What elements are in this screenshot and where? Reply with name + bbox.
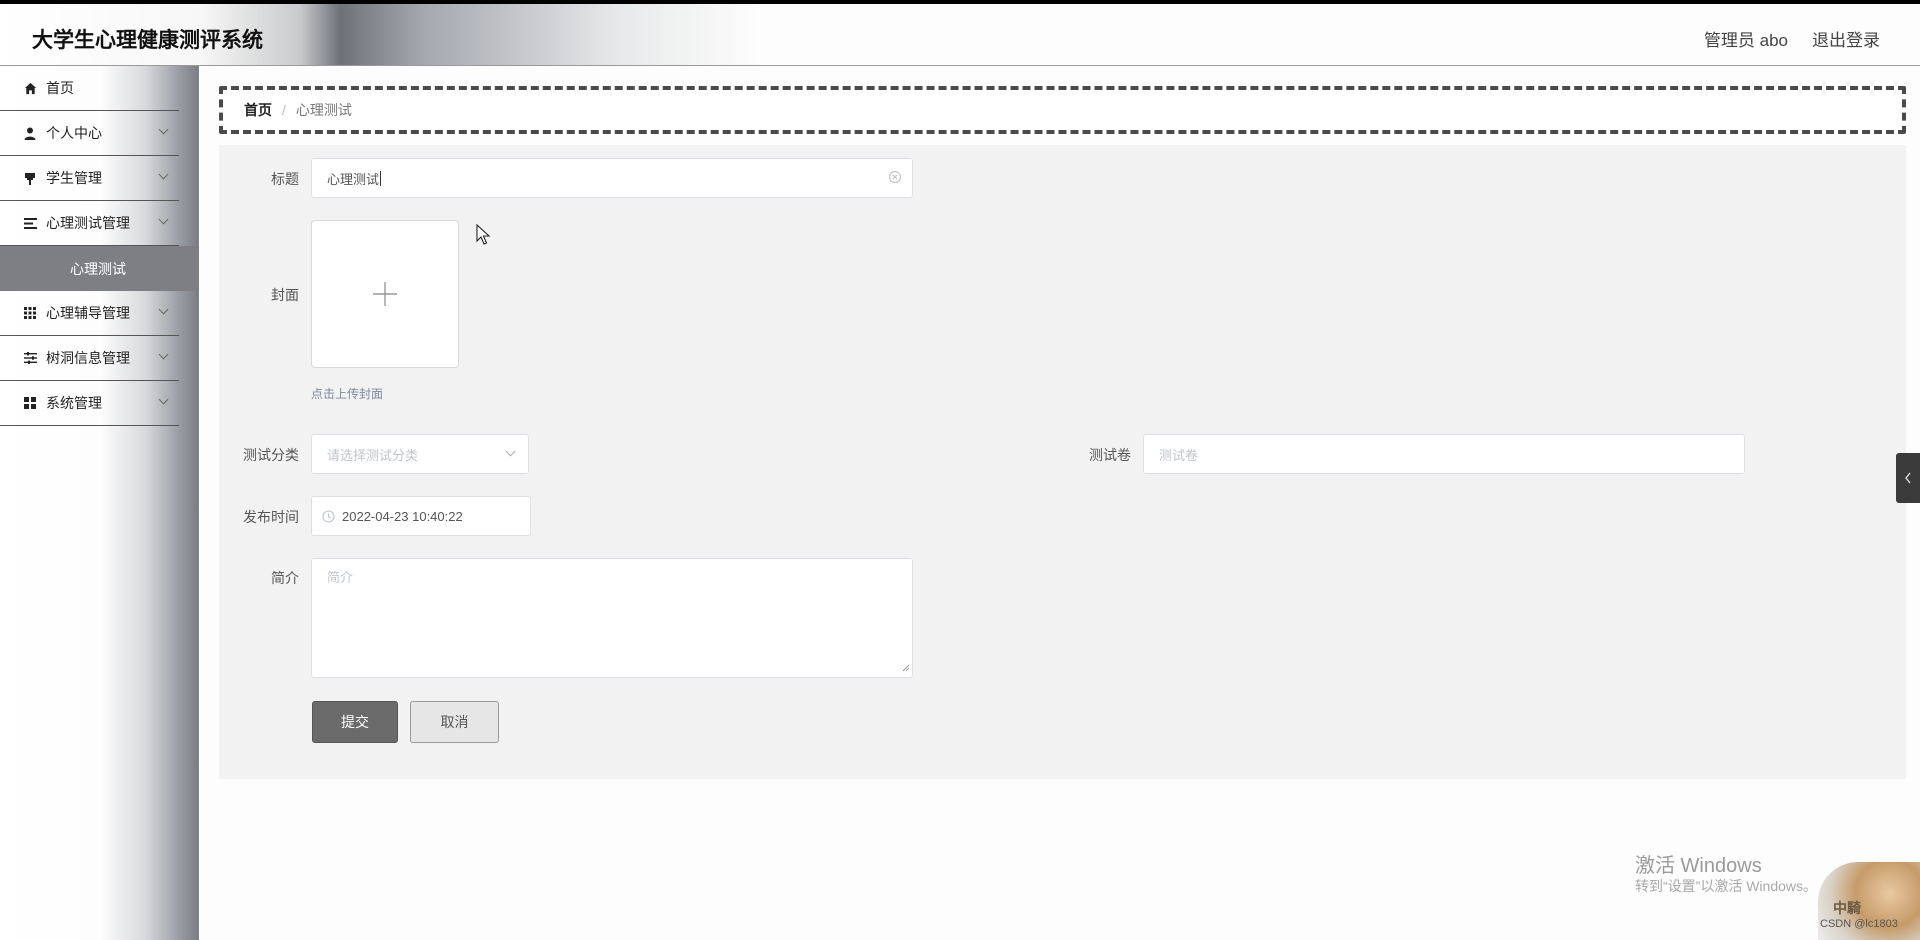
mouse-cursor-icon bbox=[476, 223, 491, 251]
form-panel: 标题 心理测试 封面 点击上传封面 测试分类 请选择测试分类 测试卷 测试卷 发… bbox=[219, 145, 1906, 779]
sidebar-item-label: 心理测试管理 bbox=[46, 215, 130, 231]
sidebar-item-label: 学生管理 bbox=[46, 170, 102, 186]
chevron-down-icon bbox=[158, 124, 169, 135]
pin-icon bbox=[23, 171, 37, 185]
sidebar-item-student-management[interactable]: 学生管理 bbox=[0, 156, 179, 201]
avatar-text: 中騎 bbox=[1833, 900, 1861, 916]
category-select[interactable]: 请选择测试分类 bbox=[311, 434, 529, 474]
sidebar-subitem-psych-test[interactable]: 心理测试 bbox=[0, 246, 199, 291]
category-placeholder: 请选择测试分类 bbox=[327, 447, 419, 463]
top-header: 大学生心理健康测评系统 管理员 abo 退出登录 bbox=[0, 0, 1920, 66]
title-label: 标题 bbox=[271, 171, 299, 187]
chevron-left-icon bbox=[1905, 472, 1911, 484]
publish-time-value: 2022-04-23 10:40:22 bbox=[342, 508, 463, 524]
breadcrumb-separator: / bbox=[282, 102, 286, 118]
breadcrumb: 首页 / 心理测试 bbox=[219, 86, 1906, 134]
clock-icon bbox=[322, 509, 335, 523]
publish-time-label: 发布时间 bbox=[243, 509, 299, 525]
breadcrumb-current: 心理测试 bbox=[295, 102, 352, 118]
chevron-down-icon bbox=[158, 214, 169, 225]
chevron-down-icon bbox=[158, 304, 169, 315]
sidebar-item-counseling-management[interactable]: 心理辅导管理 bbox=[0, 291, 179, 336]
test-paper-placeholder: 测试卷 bbox=[1159, 447, 1199, 463]
text-cursor bbox=[380, 170, 382, 186]
publish-time-picker[interactable]: 2022-04-23 10:40:22 bbox=[311, 496, 531, 536]
sidebar-item-label: 首页 bbox=[46, 80, 74, 96]
activation-watermark-subtitle: 转到“设置”以激活 Windows。 bbox=[1635, 878, 1818, 894]
logout-link[interactable]: 退出登录 bbox=[1812, 26, 1880, 51]
cancel-button[interactable]: 取消 bbox=[410, 701, 499, 743]
chevron-down-icon bbox=[505, 446, 516, 457]
dashboard-icon bbox=[23, 396, 37, 410]
sidebar-item-home[interactable]: 首页 bbox=[0, 66, 179, 111]
intro-placeholder: 简介 bbox=[327, 570, 354, 585]
grid-icon bbox=[23, 306, 37, 320]
sidebar-item-personal-center[interactable]: 个人中心 bbox=[0, 111, 179, 156]
submit-button[interactable]: 提交 bbox=[312, 701, 398, 743]
sidebar-item-system-management[interactable]: 系统管理 bbox=[0, 381, 179, 426]
test-paper-label: 测试卷 bbox=[1089, 447, 1131, 463]
user-icon bbox=[23, 126, 37, 140]
header-user-area: 管理员 abo 退出登录 bbox=[1704, 26, 1880, 51]
clear-icon[interactable] bbox=[888, 170, 902, 187]
plus-icon bbox=[373, 282, 397, 306]
breadcrumb-home-link[interactable]: 首页 bbox=[244, 100, 272, 120]
csdn-watermark: CSDN @lc1803 bbox=[1820, 918, 1898, 930]
cover-upload-hint: 点击上传封面 bbox=[311, 387, 384, 401]
activation-watermark-title: 激活 Windows bbox=[1635, 855, 1762, 877]
sidebar-item-label: 系统管理 bbox=[46, 395, 102, 411]
chevron-down-icon bbox=[158, 394, 169, 405]
app-title: 大学生心理健康测评系统 bbox=[32, 29, 263, 52]
sliders-icon bbox=[23, 351, 37, 365]
side-drawer-toggle[interactable] bbox=[1896, 453, 1920, 503]
sidebar-item-label: 树洞信息管理 bbox=[46, 350, 130, 366]
title-input[interactable]: 心理测试 bbox=[311, 158, 913, 198]
user-label: 管理员 abo bbox=[1703, 31, 1788, 50]
sidebar: 首页 个人中心 学生管理 心理测试管理 心理测试 心理辅导管理 树洞信息管理 系… bbox=[0, 66, 199, 940]
sidebar-item-test-management[interactable]: 心理测试管理 bbox=[0, 201, 179, 246]
intro-textarea[interactable]: 简介 bbox=[311, 558, 913, 678]
chevron-down-icon bbox=[158, 349, 169, 360]
cover-label: 封面 bbox=[271, 287, 299, 303]
sidebar-item-treehole-management[interactable]: 树洞信息管理 bbox=[0, 336, 179, 381]
chevron-down-icon bbox=[158, 169, 169, 180]
home-icon bbox=[23, 81, 37, 95]
category-label: 测试分类 bbox=[243, 447, 299, 463]
test-paper-input[interactable]: 测试卷 bbox=[1143, 434, 1745, 474]
list-icon bbox=[23, 216, 37, 230]
sidebar-item-label: 个人中心 bbox=[46, 125, 102, 141]
cover-upload-area[interactable] bbox=[311, 220, 459, 368]
title-input-value: 心理测试 bbox=[327, 171, 380, 187]
intro-label: 简介 bbox=[271, 570, 299, 586]
resize-handle-icon[interactable] bbox=[902, 660, 910, 675]
sidebar-item-label: 心理辅导管理 bbox=[46, 305, 130, 321]
